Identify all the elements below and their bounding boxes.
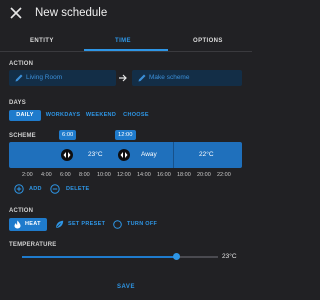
pencil-icon (15, 74, 23, 82)
segment-label: 23°C (88, 151, 103, 158)
days-choose-button[interactable]: CHOOSE (120, 110, 152, 121)
action-mode-label: ACTION (9, 208, 34, 214)
time-tick: 2:00 (22, 172, 33, 178)
heat-button[interactable]: HEAT (9, 218, 47, 231)
segment-label: Away (141, 151, 157, 158)
segment-divider (173, 142, 174, 168)
time-tick: 10:00 (97, 172, 111, 178)
tab-options[interactable]: OPTIONS (193, 38, 223, 44)
turn-off-button[interactable]: TURN OFF (127, 221, 157, 227)
drag-arrows-icon (63, 152, 71, 158)
tab-time[interactable]: TIME (115, 38, 131, 44)
delete-button[interactable]: DELETE (66, 186, 90, 192)
add-button[interactable]: ADD (29, 186, 42, 192)
scheme-handle[interactable] (118, 149, 130, 161)
page-title: New schedule (35, 7, 108, 19)
tab-entity[interactable]: ENTITY (30, 38, 54, 44)
set-preset-button[interactable]: SET PRESET (68, 221, 105, 227)
days-workdays-button[interactable]: WORKDAYS (43, 110, 83, 121)
target-select-label: Make scheme (149, 74, 190, 81)
temperature-value: 23°C (222, 253, 237, 260)
tab-divider (0, 51, 252, 52)
days-section-label: DAYS (9, 100, 26, 106)
delete-icon[interactable] (50, 184, 60, 194)
time-tick: 4:00 (41, 172, 52, 178)
drag-arrows-icon (120, 152, 128, 158)
pencil-icon (138, 74, 146, 82)
close-icon[interactable] (9, 6, 23, 20)
temperature-slider-thumb[interactable] (173, 253, 181, 260)
temperature-label: TEMPERATURE (9, 242, 57, 248)
temperature-slider-track[interactable] (22, 256, 177, 258)
source-select[interactable]: Living Room (9, 70, 116, 86)
action-section-label: ACTION (9, 61, 34, 67)
time-tick: 22:00 (217, 172, 231, 178)
days-weekend-button[interactable]: WEEKEND (85, 110, 117, 121)
source-select-label: Living Room (26, 74, 63, 81)
heat-button-label: HEAT (25, 221, 41, 227)
handle-time-badge: 6:00 (59, 130, 77, 140)
arrow-right-icon (119, 74, 127, 82)
time-tick: 12:00 (117, 172, 131, 178)
temperature-slider-rest[interactable] (176, 256, 218, 258)
time-tick: 20:00 (197, 172, 211, 178)
days-daily-button[interactable]: DAILY (9, 110, 41, 121)
save-button[interactable]: SAVE (0, 284, 252, 290)
time-tick: 14:00 (137, 172, 151, 178)
time-tick: 16:00 (157, 172, 171, 178)
handle-time-badge: 12:00 (115, 130, 136, 140)
segment-label: 22°C (199, 151, 214, 158)
flame-icon (14, 220, 21, 229)
scheme-handle[interactable] (61, 149, 73, 161)
power-icon[interactable] (113, 220, 122, 229)
time-tick: 8:00 (79, 172, 90, 178)
target-select[interactable]: Make scheme (132, 70, 242, 86)
add-icon[interactable] (14, 184, 24, 194)
time-tick: 18:00 (177, 172, 191, 178)
leaf-icon[interactable] (55, 220, 64, 229)
scheme-section-label: SCHEME (9, 133, 36, 139)
time-tick: 6:00 (60, 172, 71, 178)
